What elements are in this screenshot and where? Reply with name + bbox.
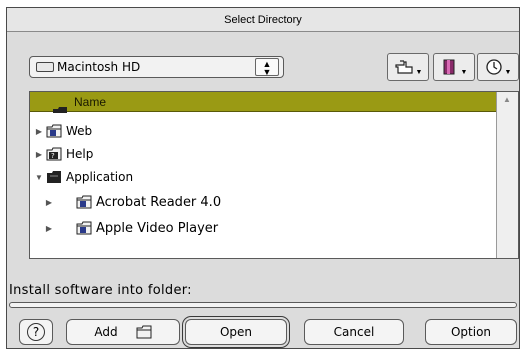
scroll-up-arrow-icon[interactable]: ▲ xyxy=(500,95,514,107)
help-folder-icon: ? xyxy=(46,147,62,161)
folder-icon xyxy=(76,195,92,209)
folder-icon xyxy=(136,325,152,339)
caret-down-icon: ▼ xyxy=(460,68,468,76)
help-button[interactable]: ? xyxy=(19,319,53,345)
list-item[interactable]: ▼ Application xyxy=(30,166,496,188)
open-button[interactable]: Open xyxy=(185,319,287,345)
shortcuts-icon xyxy=(394,60,413,74)
recent-icon xyxy=(485,59,502,75)
hard-disk-icon xyxy=(36,62,54,72)
folder-path-field xyxy=(9,302,517,308)
caret-down-icon: ▼ xyxy=(504,68,512,76)
favorites-icon xyxy=(443,59,455,75)
column-header-name[interactable]: Name xyxy=(30,92,496,112)
folder-icon xyxy=(76,221,92,235)
recent-button[interactable]: ▼ xyxy=(477,53,519,81)
list-item-label: Help xyxy=(66,147,94,161)
add-button[interactable]: Add xyxy=(66,319,180,345)
disclosure-down-icon[interactable]: ▼ xyxy=(34,173,44,182)
select-directory-dialog: Select Directory Macintosh HD ▲ ▼ ▼ ▼ ▼ N… xyxy=(6,7,520,349)
cancel-button[interactable]: Cancel xyxy=(304,319,404,345)
list-item[interactable]: ▶ Acrobat Reader 4.0 xyxy=(30,191,496,213)
disclosure-right-icon[interactable]: ▶ xyxy=(44,198,54,207)
column-header-label: Name xyxy=(74,95,107,109)
disclosure-right-icon[interactable]: ▶ xyxy=(34,127,44,136)
folder-icon xyxy=(47,171,61,183)
window-title: Select Directory xyxy=(7,8,519,32)
volume-label: Macintosh HD xyxy=(57,60,141,74)
list-item[interactable]: ▶ ? Help xyxy=(30,143,496,165)
list-item[interactable]: ▶ Web xyxy=(30,120,496,142)
list-item-partial[interactable] xyxy=(30,107,496,118)
volume-popup[interactable]: Macintosh HD ▲ ▼ xyxy=(29,56,284,78)
folder-icon xyxy=(53,107,67,113)
popup-arrows-icon: ▲ ▼ xyxy=(255,58,279,77)
list-item-label: Acrobat Reader 4.0 xyxy=(96,194,222,210)
caret-down-icon: ▼ xyxy=(415,68,423,76)
vertical-scrollbar[interactable]: ▲ xyxy=(496,92,518,258)
list-item-label: Web xyxy=(66,124,93,138)
favorites-button[interactable]: ▼ xyxy=(433,53,475,81)
help-icon: ? xyxy=(27,323,45,341)
file-list[interactable]: Name ▶ Web ▶ ? Help ▼ Application ▶ Acro… xyxy=(29,91,519,259)
disclosure-right-icon[interactable]: ▶ xyxy=(44,224,54,233)
add-button-label: Add xyxy=(94,325,118,339)
svg-text:?: ? xyxy=(51,152,55,160)
shortcuts-button[interactable]: ▼ xyxy=(387,53,429,81)
list-item-label: Apple Video Player xyxy=(96,220,219,236)
folder-icon xyxy=(46,124,62,138)
list-item[interactable]: ▶ Apple Video Player xyxy=(30,217,496,239)
list-item-label: Application xyxy=(66,170,134,184)
option-button[interactable]: Option xyxy=(425,319,517,345)
disclosure-right-icon[interactable]: ▶ xyxy=(34,150,44,159)
prompt-text: Install software into folder: xyxy=(9,283,192,298)
